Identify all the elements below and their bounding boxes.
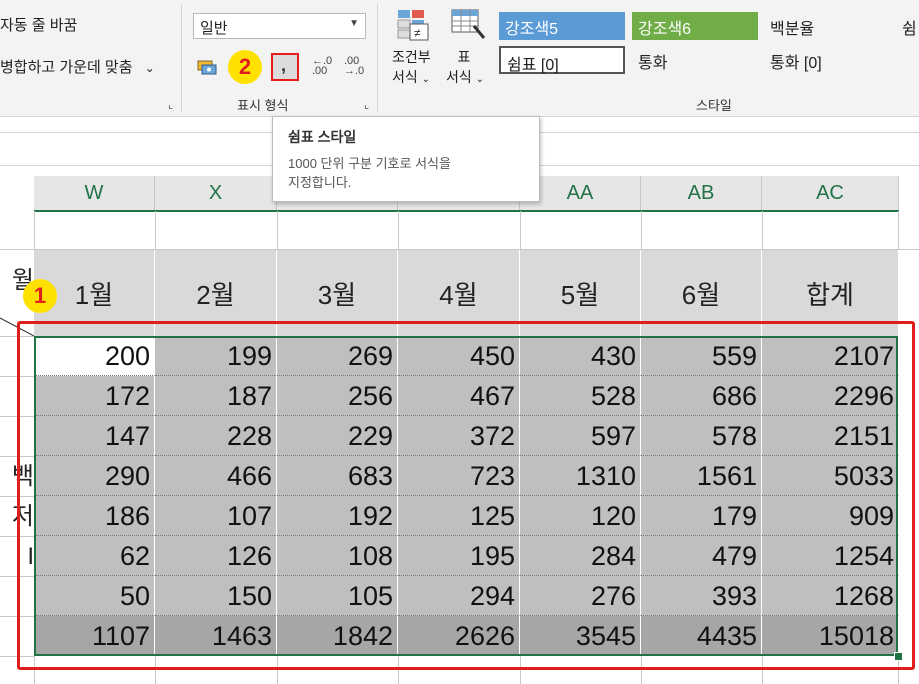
style-comma0-label: 쉼표 [0] bbox=[507, 57, 559, 74]
style-accent5-label: 강조색5 bbox=[505, 21, 559, 38]
style-currency[interactable]: 통화 bbox=[632, 46, 758, 74]
chevron-down-icon: ⌄ bbox=[421, 74, 431, 85]
number-format-dropdown[interactable]: 일반 ▼ bbox=[193, 13, 366, 39]
style-comma[interactable]: 쉼 bbox=[896, 12, 919, 40]
table-label-1: 표 bbox=[457, 49, 471, 65]
conditional-formatting-button[interactable]: ≠ 조건부 서식 ⌄ bbox=[392, 8, 436, 86]
svg-text:≠: ≠ bbox=[414, 26, 421, 40]
chevron-down-icon: ⌄ bbox=[475, 74, 485, 85]
increase-decimal-button[interactable]: ←.0 .00 bbox=[312, 56, 334, 78]
style-currency0-label: 통화 [0] bbox=[770, 55, 822, 72]
comma-style-button[interactable]: , bbox=[271, 53, 299, 81]
decrease-decimal-button[interactable]: .00 →.0 bbox=[344, 56, 366, 78]
merge-center-label: 병합하고 가운데 맞춤 bbox=[0, 59, 133, 76]
column-header-ac[interactable]: AC bbox=[762, 176, 899, 210]
style-comma0[interactable]: 쉼표 [0] bbox=[499, 46, 625, 74]
number-dialog-launcher-icon[interactable]: ⌞ bbox=[364, 98, 369, 111]
comma-icon: , bbox=[281, 55, 287, 75]
alignment-dialog-launcher-icon[interactable]: ⌞ bbox=[168, 98, 173, 111]
conditional-label-1: 조건부 bbox=[392, 49, 431, 65]
wrap-text-label: 자동 줄 바꿈 bbox=[0, 17, 78, 34]
chevron-down-icon: ▼ bbox=[349, 18, 359, 29]
style-accent6[interactable]: 강조색6 bbox=[632, 12, 758, 40]
accounting-format-button[interactable] bbox=[196, 56, 218, 78]
style-currency0[interactable]: 통화 [0] bbox=[764, 46, 890, 74]
merge-center-button[interactable]: 병합하고 가운데 맞춤 ⌄ bbox=[0, 56, 155, 77]
number-group-label: 표시 형식 bbox=[237, 98, 289, 113]
group-divider bbox=[377, 4, 378, 112]
wrap-text-button[interactable]: 자동 줄 바꿈 bbox=[0, 14, 77, 35]
column-header-w[interactable]: W bbox=[34, 176, 155, 210]
column-header-x[interactable]: X bbox=[155, 176, 277, 210]
worksheet-grid[interactable]: 1월 2월 3월 4월 5월 6월 합계 월백저I 200 199 269 450 430 559 21… bbox=[0, 211, 919, 684]
style-accent6-label: 강조색6 bbox=[638, 21, 692, 38]
merge-dropdown-icon[interactable]: ⌄ bbox=[145, 61, 155, 75]
tooltip-body-1: 1000 단위 구분 기호로 서식을 bbox=[288, 156, 451, 171]
increase-decimal-icon: ←.0 .00 bbox=[312, 55, 333, 77]
currency-icon bbox=[197, 60, 217, 75]
ribbon: 자동 줄 바꿈 병합하고 가운데 맞춤 ⌄ ⌞ 일반 ▼ 2 , ←.0 .00… bbox=[0, 0, 919, 117]
style-percent[interactable]: 백분율 bbox=[764, 12, 890, 40]
style-comma-label: 쉼 bbox=[902, 21, 917, 38]
table-format-icon bbox=[451, 9, 486, 39]
tooltip-comma-style: 쉼표 스타일 1000 단위 구분 기호로 서식을 지정합니다. bbox=[272, 116, 540, 202]
tooltip-body-2: 지정합니다. bbox=[288, 175, 352, 190]
number-format-value: 일반 bbox=[200, 20, 228, 37]
style-percent-label: 백분율 bbox=[770, 21, 815, 38]
tooltip-title: 쉼표 스타일 bbox=[288, 129, 357, 145]
styles-group-label: 스타일 bbox=[696, 98, 732, 113]
step-badge-1: 1 bbox=[23, 279, 57, 313]
style-accent5[interactable]: 강조색5 bbox=[499, 12, 625, 40]
decrease-decimal-icon: .00 →.0 bbox=[344, 55, 365, 77]
style-currency-label: 통화 bbox=[638, 55, 668, 72]
conditional-format-icon: ≠ bbox=[397, 10, 429, 41]
column-header-ab[interactable]: AB bbox=[641, 176, 762, 210]
highlight-box bbox=[17, 321, 915, 670]
table-label-2: 서식 ⌄ bbox=[446, 69, 485, 85]
step-badge-2: 2 bbox=[228, 50, 262, 84]
format-as-table-button[interactable]: 표 서식 ⌄ bbox=[446, 8, 490, 86]
conditional-label-2: 서식 ⌄ bbox=[392, 69, 431, 85]
group-divider bbox=[181, 4, 182, 112]
